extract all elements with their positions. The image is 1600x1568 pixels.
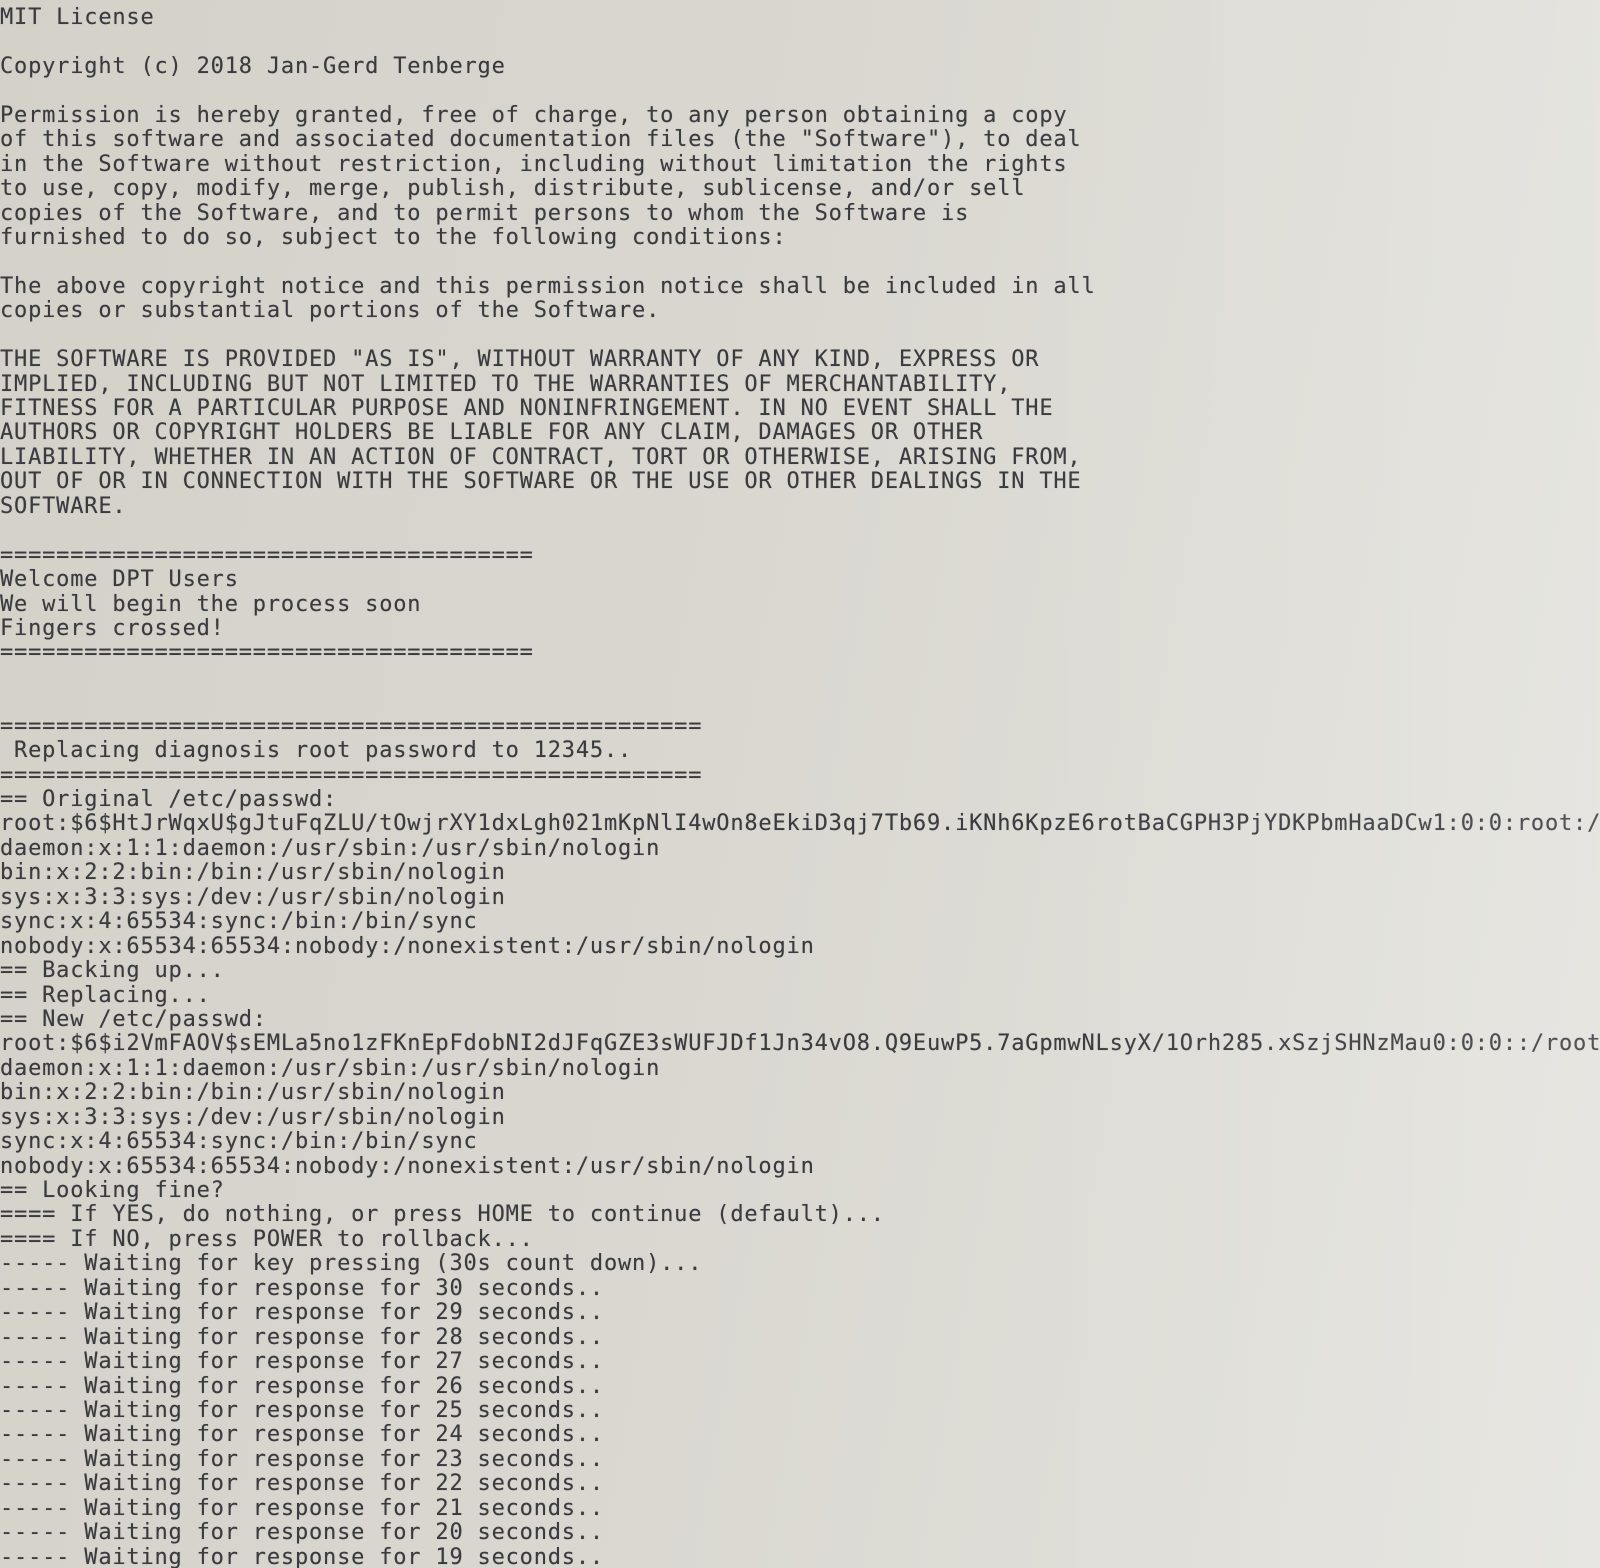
console-line: ========================================… [0, 763, 703, 788]
console-line: == Backing up... [0, 959, 225, 984]
console-line: bin:x:2:2:bin:/bin:/usr/sbin/nologin [0, 1081, 506, 1106]
console-line: IMPLIED, INCLUDING BUT NOT LIMITED TO TH… [0, 372, 1012, 397]
console-line: OUT OF OR IN CONNECTION WITH THE SOFTWAR… [0, 470, 1082, 495]
console-line: == Replacing... [0, 983, 211, 1008]
console-line: Welcome DPT Users [0, 568, 239, 593]
console-line: copies or substantial portions of the So… [0, 299, 661, 324]
console-line: ----- Waiting for response for 28 second… [0, 1325, 604, 1350]
console-line: ----- Waiting for response for 25 second… [0, 1398, 604, 1423]
console-line: to use, copy, modify, merge, publish, di… [0, 177, 1026, 202]
console-line: ----- Waiting for response for 30 second… [0, 1276, 604, 1301]
console-line: sync:x:4:65534:sync:/bin:/bin/sync [0, 910, 478, 935]
console-line: sys:x:3:3:sys:/dev:/usr/sbin/nologin [0, 1105, 506, 1130]
console-line: ----- Waiting for response for 24 second… [0, 1423, 604, 1448]
console-line: FITNESS FOR A PARTICULAR PURPOSE AND NON… [0, 397, 1054, 421]
console-line: ----- Waiting for response for 29 second… [0, 1301, 604, 1326]
console-line: Permission is hereby granted, free of ch… [0, 103, 1068, 128]
console-line: ----- Waiting for response for 21 second… [0, 1496, 604, 1521]
console-line: == New /etc/passwd: [0, 1007, 267, 1032]
console-line: == Looking fine? [0, 1179, 225, 1203]
console-line: MIT License [0, 6, 155, 30]
console-output: MIT License Copyright (c) 2018 Jan-Gerd T… [0, 6, 1600, 1568]
console-line: The above copyright notice and this perm… [0, 274, 1096, 299]
console-line: == Original /etc/passwd: [0, 788, 338, 812]
console-line: sync:x:4:65534:sync:/bin:/bin/sync [0, 1130, 478, 1155]
console-line: in the Software without restriction, inc… [0, 152, 1068, 177]
console-line: Copyright (c) 2018 Jan-Gerd Tenberge [0, 54, 506, 79]
console-line: ----- Waiting for response for 23 second… [0, 1447, 604, 1472]
console-line: daemon:x:1:1:daemon:/usr/sbin:/usr/sbin/… [0, 836, 661, 861]
console-line: SOFTWARE. [0, 494, 127, 519]
console-line: ----- Waiting for response for 27 second… [0, 1350, 604, 1375]
console-line: daemon:x:1:1:daemon:/usr/sbin:/usr/sbin/… [0, 1056, 661, 1081]
console-line: ==== If NO, press POWER to rollback... [0, 1227, 534, 1252]
console-line: ====================================== [0, 641, 534, 666]
console-line: ----- Waiting for response for 19 second… [0, 1545, 604, 1568]
console-line: ----- Waiting for response for 22 second… [0, 1472, 604, 1497]
console-line: sys:x:3:3:sys:/dev:/usr/sbin/nologin [0, 885, 506, 910]
console-line: ====================================== [0, 543, 534, 568]
console-line: ----- Waiting for response for 26 second… [0, 1374, 604, 1399]
console-line: copies of the Software, and to permit pe… [0, 201, 970, 226]
console-line: Replacing diagnosis root password to 123… [0, 739, 633, 764]
console-line: ----- Waiting for key pressing (30s coun… [0, 1252, 703, 1277]
console-line: LIABILITY, WHETHER IN AN ACTION OF CONTR… [0, 445, 1082, 470]
console-line: root:$6$i2VmFAOV$sEMLa5no1zFKnEpFdobNI2d… [0, 1032, 1600, 1057]
console-line: Fingers crossed! [0, 616, 225, 641]
console-line: of this software and associated document… [0, 128, 1082, 153]
console-line: root:$6$HtJrWqxU$gJtuFqZLU/tOwjrXY1dxLgh… [0, 812, 1600, 837]
console-line: THE SOFTWARE IS PROVIDED "AS IS", WITHOU… [0, 348, 1040, 373]
console-screen: MIT License Copyright (c) 2018 Jan-Gerd T… [0, 0, 1600, 1568]
console-line: ========================================… [0, 714, 703, 739]
console-line: furnished to do so, subject to the follo… [0, 225, 787, 250]
console-line: We will begin the process soon [0, 592, 422, 617]
console-line: ==== If YES, do nothing, or press HOME t… [0, 1203, 885, 1228]
console-line: AUTHORS OR COPYRIGHT HOLDERS BE LIABLE F… [0, 421, 984, 446]
console-line: bin:x:2:2:bin:/bin:/usr/sbin/nologin [0, 861, 506, 886]
console-line: nobody:x:65534:65534:nobody:/nonexistent… [0, 934, 815, 959]
console-line: ----- Waiting for response for 20 second… [0, 1521, 604, 1546]
console-line: nobody:x:65534:65534:nobody:/nonexistent… [0, 1154, 815, 1179]
